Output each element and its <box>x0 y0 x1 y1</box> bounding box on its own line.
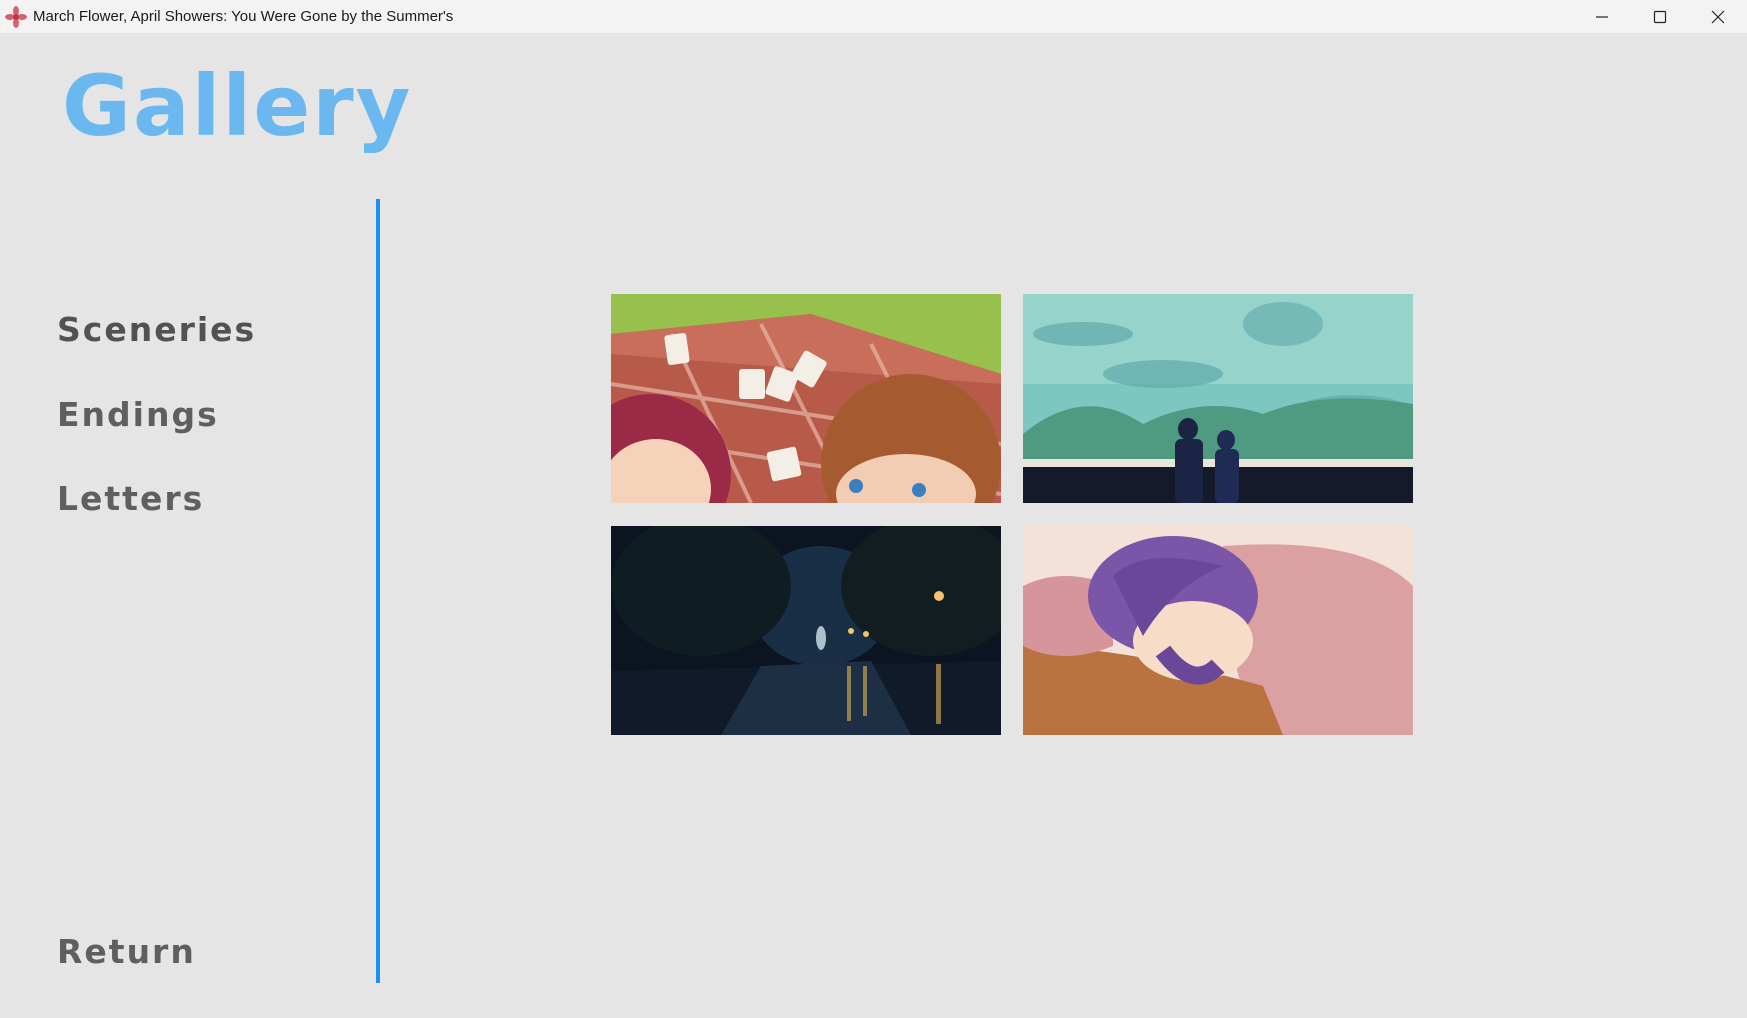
maximize-button[interactable] <box>1631 0 1689 33</box>
aquarium-scene-image <box>1023 294 1413 503</box>
sidebar-divider <box>376 199 380 983</box>
nav-item-endings[interactable]: Endings <box>57 398 219 431</box>
sleeping-girl-thumbnail[interactable] <box>1023 526 1413 735</box>
rainy-park-night-thumbnail[interactable] <box>611 526 1001 735</box>
maximize-icon <box>1653 10 1667 23</box>
picnic-scene-image <box>611 294 1001 503</box>
nav-item-sceneries[interactable]: Sceneries <box>57 313 256 346</box>
page-title: Gallery <box>62 57 413 155</box>
minimize-button[interactable] <box>1573 0 1631 33</box>
rainy-park-night-image <box>611 526 1001 735</box>
window-title: March Flower, April Showers: You Were Go… <box>33 8 454 25</box>
picnic-scene-thumbnail[interactable] <box>611 294 1001 503</box>
flower-app-icon <box>5 5 27 28</box>
close-button[interactable] <box>1689 0 1747 33</box>
return-button[interactable]: Return <box>57 935 196 968</box>
close-icon <box>1711 10 1725 23</box>
aquarium-scene-thumbnail[interactable] <box>1023 294 1413 503</box>
nav-item-letters[interactable]: Letters <box>57 482 204 515</box>
minimize-icon <box>1596 15 1608 18</box>
sleeping-girl-image <box>1023 526 1413 735</box>
window-titlebar[interactable]: March Flower, April Showers: You Were Go… <box>0 0 1747 34</box>
